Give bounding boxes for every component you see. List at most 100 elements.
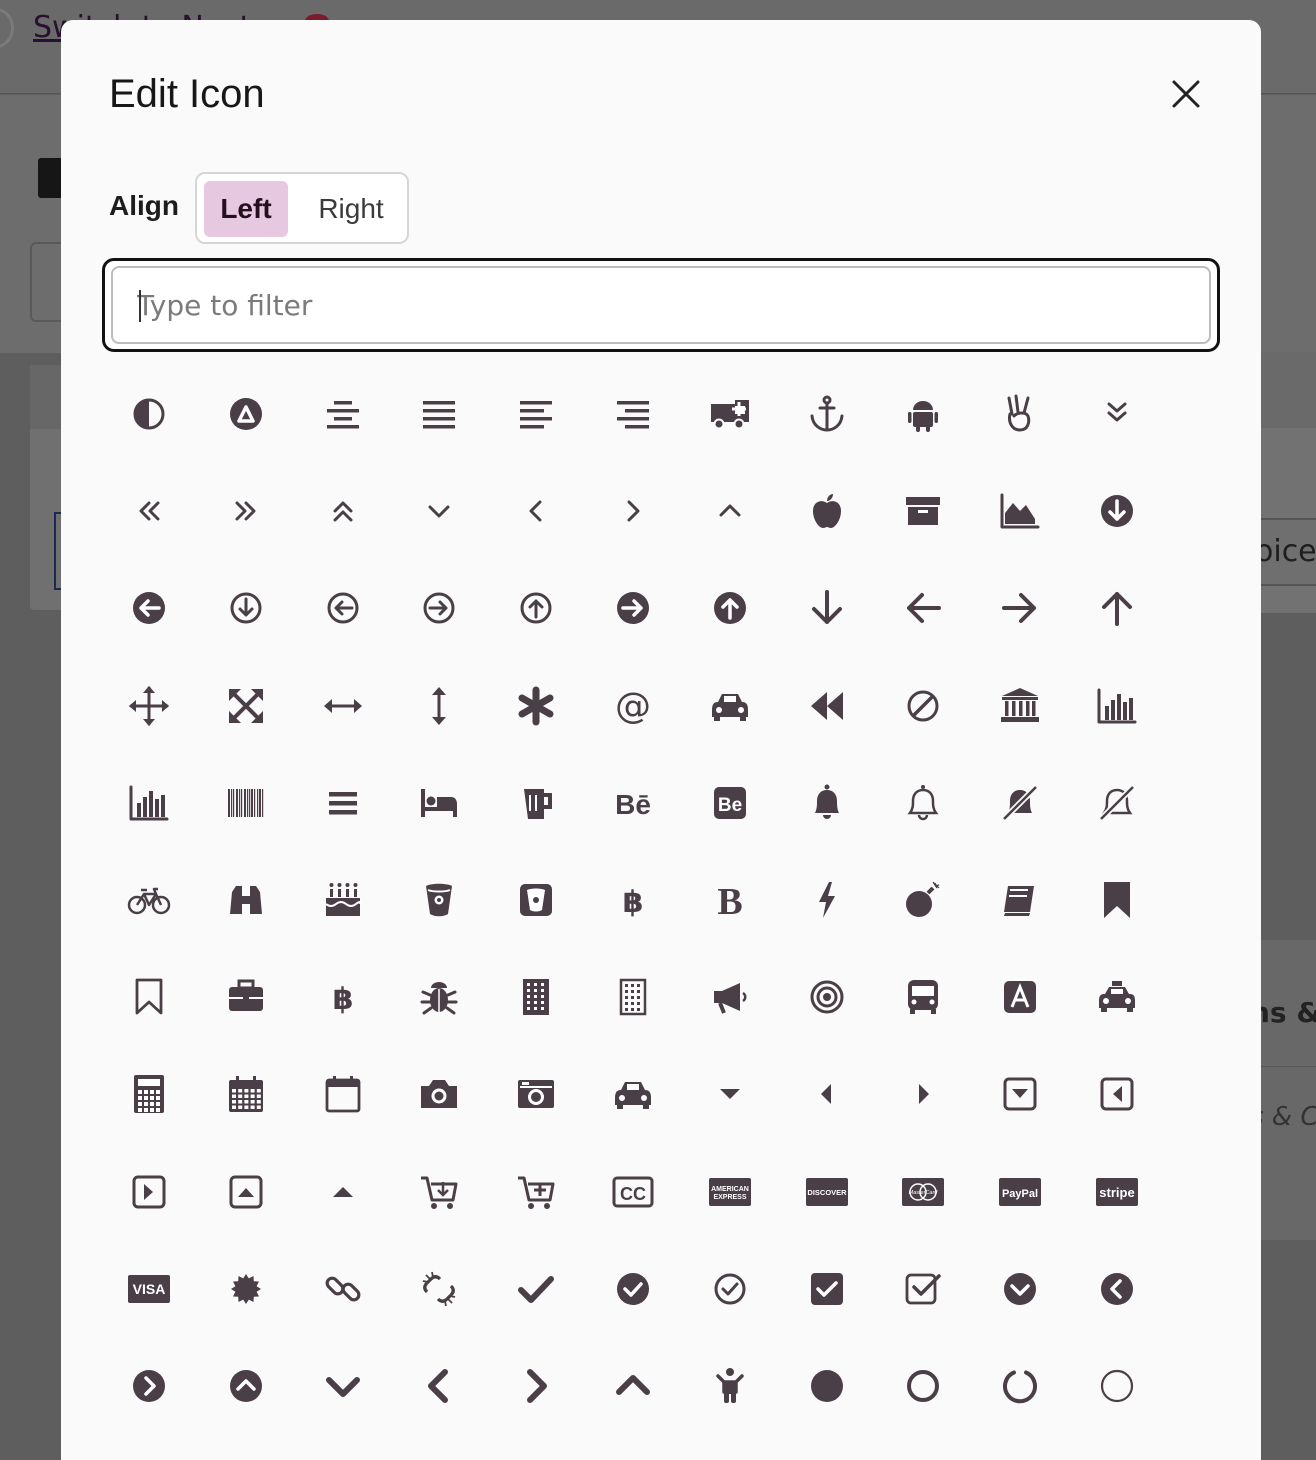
icon-option-calculator[interactable] (100, 1045, 198, 1143)
icon-option-caret-left[interactable] (778, 1045, 876, 1143)
icon-option-arrow-circle-down[interactable] (1068, 462, 1166, 560)
icon-option-adjust[interactable] (100, 365, 198, 463)
icon-option-briefcase[interactable] (197, 948, 295, 1046)
icon-option-car[interactable] (584, 1045, 682, 1143)
icon-option-caret-square-o-down[interactable] (971, 1045, 1069, 1143)
icon-option-check-circle-o[interactable] (681, 1240, 779, 1338)
icon-option-adn[interactable] (197, 365, 295, 463)
icon-option-check-circle[interactable] (584, 1240, 682, 1338)
icon-option-binoculars[interactable] (197, 851, 295, 949)
icon-option-angle-double-left[interactable] (100, 462, 198, 560)
icon-option-chevron-circle-up[interactable] (197, 1337, 295, 1435)
icon-option-cc-visa[interactable]: VISA (100, 1240, 198, 1338)
icon-option-angellist[interactable] (971, 365, 1069, 463)
icon-option-arrow-circle-o-right[interactable] (390, 559, 488, 657)
icon-option-bomb[interactable] (874, 851, 972, 949)
icon-option-check-square-o[interactable] (874, 1240, 972, 1338)
icon-option-bell[interactable] (778, 754, 876, 852)
icon-option-bell-slash[interactable] (971, 754, 1069, 852)
icon-option-building[interactable] (487, 948, 585, 1046)
icon-option-bookmark[interactable] (1068, 851, 1166, 949)
icon-option-chevron-circle-left[interactable] (1068, 1240, 1166, 1338)
icon-option-apple[interactable] (778, 462, 876, 560)
icon-option-caret-right[interactable] (874, 1045, 972, 1143)
icon-option-beer[interactable] (487, 754, 585, 852)
icon-option-asterisk[interactable] (487, 657, 585, 755)
icon-option-arrows-h[interactable] (294, 657, 392, 755)
icon-option-behance-square[interactable]: Be (681, 754, 779, 852)
icon-option-chevron-right[interactable] (487, 1337, 585, 1435)
icon-option-bell-slash-o[interactable] (1068, 754, 1166, 852)
icon-option-bitbucket-square[interactable] (487, 851, 585, 949)
icon-option-arrow-down[interactable] (778, 559, 876, 657)
close-button[interactable] (1161, 72, 1211, 116)
icon-option-align-left[interactable] (487, 365, 585, 463)
icon-option-chevron-up[interactable] (584, 1337, 682, 1435)
icon-option-bookmark-o[interactable] (100, 948, 198, 1046)
icon-option-cart-plus[interactable] (487, 1143, 585, 1241)
icon-option-camera[interactable] (390, 1045, 488, 1143)
icon-option-angle-up[interactable] (681, 462, 779, 560)
icon-option-bar-chart[interactable] (1068, 657, 1166, 755)
icon-option-arrow-right[interactable] (971, 559, 1069, 657)
icon-option-chevron-circle-down[interactable] (971, 1240, 1069, 1338)
icon-option-bank[interactable] (971, 657, 1069, 755)
icon-option-bullhorn[interactable] (681, 948, 779, 1046)
icon-option-chevron-down[interactable] (294, 1337, 392, 1435)
icon-option-bolt[interactable] (778, 851, 876, 949)
icon-option-caret-square-o-left[interactable] (1068, 1045, 1166, 1143)
icon-option-bold[interactable]: B (681, 851, 779, 949)
icon-option-bullseye[interactable] (778, 948, 876, 1046)
icon-option-arrow-left[interactable] (874, 559, 972, 657)
icon-option-behance[interactable]: Bē (584, 754, 682, 852)
icon-option-cc-stripe[interactable]: stripe (1068, 1143, 1166, 1241)
icon-option-camera-retro[interactable] (487, 1045, 585, 1143)
icon-option-align-justify[interactable] (390, 365, 488, 463)
icon-option-angle-double-up[interactable] (294, 462, 392, 560)
icon-option-calendar-o[interactable] (294, 1045, 392, 1143)
icon-option-arrow-circle-o-up[interactable] (487, 559, 585, 657)
icon-option-cc-mastercard[interactable]: MasterCard (874, 1143, 972, 1241)
icon-option-arrow-circle-left[interactable] (100, 559, 198, 657)
icon-option-archive[interactable] (874, 462, 972, 560)
icon-option-arrows-v[interactable] (390, 657, 488, 755)
icon-option-buysellads[interactable] (971, 948, 1069, 1046)
icon-option-check[interactable] (487, 1240, 585, 1338)
icon-option-angle-right[interactable] (584, 462, 682, 560)
icon-option-align-right[interactable] (584, 365, 682, 463)
icon-option-arrow-circle-o-down[interactable] (197, 559, 295, 657)
icon-option-child[interactable] (681, 1337, 779, 1435)
icon-option-at[interactable]: @ (584, 657, 682, 755)
icon-option-bed[interactable] (390, 754, 488, 852)
icon-option-align-center[interactable] (294, 365, 392, 463)
icon-option-arrow-circle-o-left[interactable] (294, 559, 392, 657)
icon-option-arrows[interactable] (100, 657, 198, 755)
icon-option-circle-o[interactable] (874, 1337, 972, 1435)
icon-option-btc[interactable]: ฿ (294, 948, 392, 1046)
icon-option-circle-o-notch[interactable] (971, 1337, 1069, 1435)
icon-option-arrow-circle-right[interactable] (584, 559, 682, 657)
icon-option-bars[interactable] (294, 754, 392, 852)
icon-option-backward[interactable] (778, 657, 876, 755)
icon-option-chain-broken[interactable] (390, 1240, 488, 1338)
icon-option-check-square[interactable] (778, 1240, 876, 1338)
icon-option-angle-double-down[interactable] (1068, 365, 1166, 463)
icon-option-cc[interactable]: CC (584, 1143, 682, 1241)
icon-option-cab[interactable] (1068, 948, 1166, 1046)
icon-option-chain[interactable] (294, 1240, 392, 1338)
icon-option-angle-down[interactable] (390, 462, 488, 560)
icon-option-bar-chart-o[interactable] (100, 754, 198, 852)
icon-option-bell-o[interactable] (874, 754, 972, 852)
icon-option-barcode[interactable] (197, 754, 295, 852)
icon-option-circle-thin[interactable] (1068, 1337, 1166, 1435)
align-left-button[interactable]: Left (204, 181, 288, 237)
icon-option-caret-down[interactable] (681, 1045, 779, 1143)
icon-option-arrow-up[interactable] (1068, 559, 1166, 657)
icon-option-ban[interactable] (874, 657, 972, 755)
icon-option-bus[interactable] (874, 948, 972, 1046)
icon-option-ambulance[interactable] (681, 365, 779, 463)
icon-option-calendar[interactable] (197, 1045, 295, 1143)
icon-option-caret-up[interactable] (294, 1143, 392, 1241)
icon-option-caret-square-o-right[interactable] (100, 1143, 198, 1241)
icon-option-circle[interactable] (778, 1337, 876, 1435)
